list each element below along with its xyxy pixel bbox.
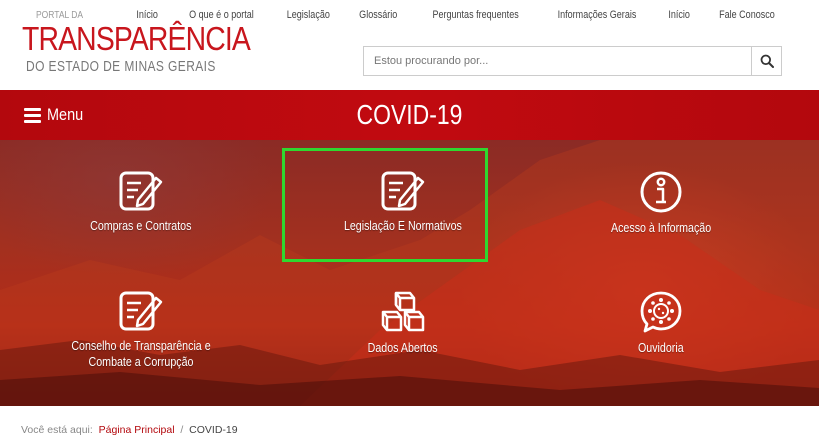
- search-icon: [760, 54, 774, 68]
- nav-inicio-2[interactable]: Início: [668, 9, 690, 21]
- header: PORTAL DA TRANSPARÊNCIA DO ESTADO DE MIN…: [0, 0, 819, 90]
- nav-inicio[interactable]: Início: [137, 9, 159, 21]
- search-input[interactable]: [364, 47, 751, 75]
- nav-perguntas-frequentes[interactable]: Perguntas frequentes: [432, 9, 518, 21]
- breadcrumb: Você está aqui: Página Principal / COVID…: [21, 424, 238, 436]
- tile-label: Acesso à Informação: [610, 220, 712, 235]
- nav-legislacao[interactable]: Legislação: [286, 9, 329, 21]
- nav-glossario[interactable]: Glossário: [359, 9, 397, 21]
- page-title: COVID-19: [356, 99, 463, 130]
- breadcrumb-prefix: Você está aqui:: [21, 424, 93, 436]
- breadcrumb-home-link[interactable]: Página Principal: [99, 424, 175, 436]
- cubes-icon: [381, 291, 425, 332]
- edit-document-icon: [119, 171, 163, 211]
- logo-main-text: TRANSPARÊNCIA: [22, 20, 251, 57]
- tile-label: Ouvidoria: [638, 340, 684, 355]
- search-button[interactable]: [751, 47, 781, 75]
- top-navigation: Início O que é o portal Legislação Gloss…: [134, 9, 781, 21]
- title-bar: Menu COVID-19: [0, 90, 819, 140]
- tile-label: Dados Abertos: [368, 340, 438, 355]
- hero-panel: Compras e Contratos Legislação E Normati…: [0, 140, 819, 406]
- tile-acesso-a-informacao[interactable]: Acesso à Informação: [536, 170, 786, 270]
- hamburger-icon: [24, 107, 41, 123]
- tile-conselho-de-transparencia[interactable]: Conselho de Transparência e Combate a Co…: [16, 290, 266, 390]
- tile-label: Conselho de Transparência e Combate a Co…: [71, 338, 211, 369]
- logo-sub-text: DO ESTADO DE MINAS GERAIS: [26, 58, 216, 75]
- tile-ouvidoria[interactable]: Ouvidoria: [536, 290, 786, 390]
- virus-speech-icon: [640, 291, 682, 333]
- nav-fale-conosco[interactable]: Fale Conosco: [719, 9, 775, 21]
- nav-informacoes-gerais[interactable]: Informações Gerais: [557, 9, 636, 21]
- edit-document-icon: [119, 291, 163, 331]
- tile-dados-abertos[interactable]: Dados Abertos: [278, 290, 528, 390]
- breadcrumb-separator: /: [180, 424, 184, 436]
- tile-compras-e-contratos[interactable]: Compras e Contratos: [16, 170, 266, 270]
- info-icon: [640, 171, 682, 213]
- tile-label: Compras e Contratos: [90, 218, 192, 233]
- search-box: [363, 46, 782, 76]
- nav-o-que-e-o-portal[interactable]: O que é o portal: [189, 9, 254, 21]
- breadcrumb-current: COVID-19: [189, 424, 238, 436]
- selection-highlight: [282, 148, 488, 262]
